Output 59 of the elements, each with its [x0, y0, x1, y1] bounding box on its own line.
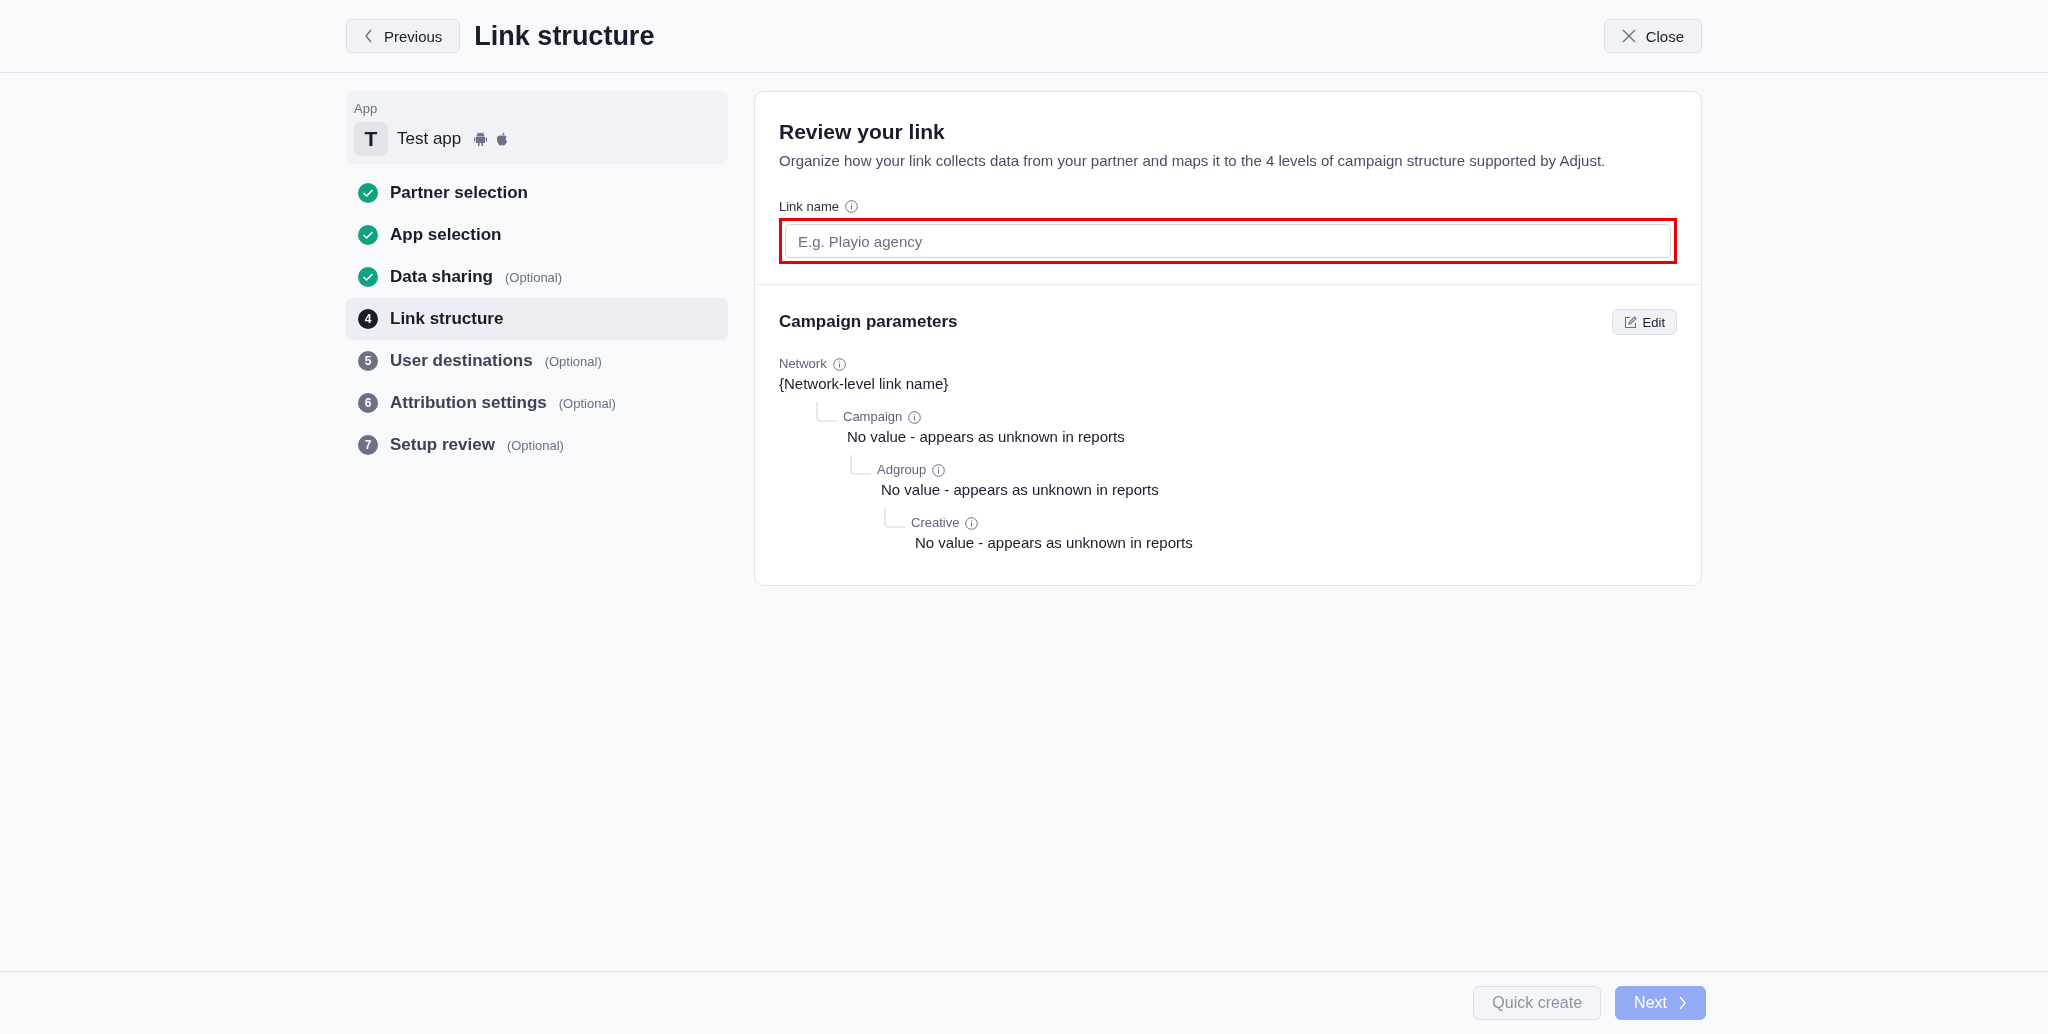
step-item[interactable]: 7 Setup review (Optional)	[346, 424, 728, 466]
close-icon	[1621, 29, 1636, 43]
step-label: App selection	[390, 225, 502, 245]
step-item[interactable]: App selection	[346, 214, 728, 256]
parameter-value: No value - appears as unknown in reports	[914, 534, 1194, 551]
info-icon	[908, 411, 922, 424]
parameter-value: No value - appears as unknown in reports	[880, 481, 1160, 498]
field-label: Link name	[779, 199, 839, 214]
step-number: 7	[358, 435, 378, 455]
step-item[interactable]: 4 Link structure	[346, 298, 728, 340]
step-number: 4	[358, 309, 378, 329]
tree-connector	[847, 455, 873, 477]
tree-connector	[813, 402, 839, 424]
step-label: Setup review	[390, 435, 495, 455]
section-title: Campaign parameters	[779, 312, 958, 332]
step-item[interactable]: 6 Attribution settings (Optional)	[346, 382, 728, 424]
step-number: 6	[358, 393, 378, 413]
link-name-input[interactable]: E.g. Playio agency	[785, 224, 1671, 258]
optional-note: (Optional)	[558, 395, 616, 411]
page-title: Link structure	[474, 20, 655, 52]
parameter-value: {Network-level link name}	[779, 375, 950, 392]
check-circle-icon	[358, 267, 378, 287]
info-icon	[965, 517, 979, 530]
app-avatar: T	[354, 122, 388, 156]
parameter-label: Adgroup	[877, 462, 927, 477]
apple-icon	[496, 132, 509, 146]
info-icon	[832, 358, 846, 371]
close-button[interactable]: Close	[1603, 19, 1702, 53]
step-label: User destinations	[390, 351, 533, 371]
parameter-value: No value - appears as unknown in reports	[846, 428, 1126, 445]
section-title: Review your link	[779, 120, 946, 144]
parameter-label: Creative	[911, 515, 960, 530]
step-label: Attribution settings	[390, 393, 547, 413]
edit-icon	[1623, 315, 1637, 329]
android-icon	[474, 132, 488, 146]
previous-button[interactable]: Previous	[346, 19, 461, 53]
chevron-left-icon	[364, 29, 374, 43]
optional-note: (Optional)	[544, 353, 602, 369]
app-label: App	[354, 101, 379, 116]
optional-note: (Optional)	[506, 437, 564, 453]
info-icon	[932, 464, 946, 477]
step-label: Data sharing	[390, 267, 493, 287]
app-name: Test app	[397, 129, 462, 149]
optional-note: (Optional)	[505, 269, 563, 285]
chevron-right-icon	[1677, 996, 1687, 1010]
tree-connector	[881, 508, 907, 530]
step-label: Partner selection	[390, 183, 528, 203]
step-item[interactable]: Partner selection	[346, 172, 728, 214]
edit-button[interactable]: Edit	[1611, 309, 1677, 335]
check-circle-icon	[358, 183, 378, 203]
step-number: 5	[358, 351, 378, 371]
parameter-label: Network	[779, 356, 827, 371]
step-label: Link structure	[390, 309, 504, 329]
step-item[interactable]: 5 User destinations (Optional)	[346, 340, 728, 382]
step-item[interactable]: Data sharing (Optional)	[346, 256, 728, 298]
parameter-label: Campaign	[843, 409, 903, 424]
section-description: Organize how your link collects data from your partner and maps it to the 4 levels of campaign structure supported by Adjust.	[779, 152, 1607, 169]
check-circle-icon	[358, 225, 378, 245]
info-icon	[845, 200, 858, 213]
